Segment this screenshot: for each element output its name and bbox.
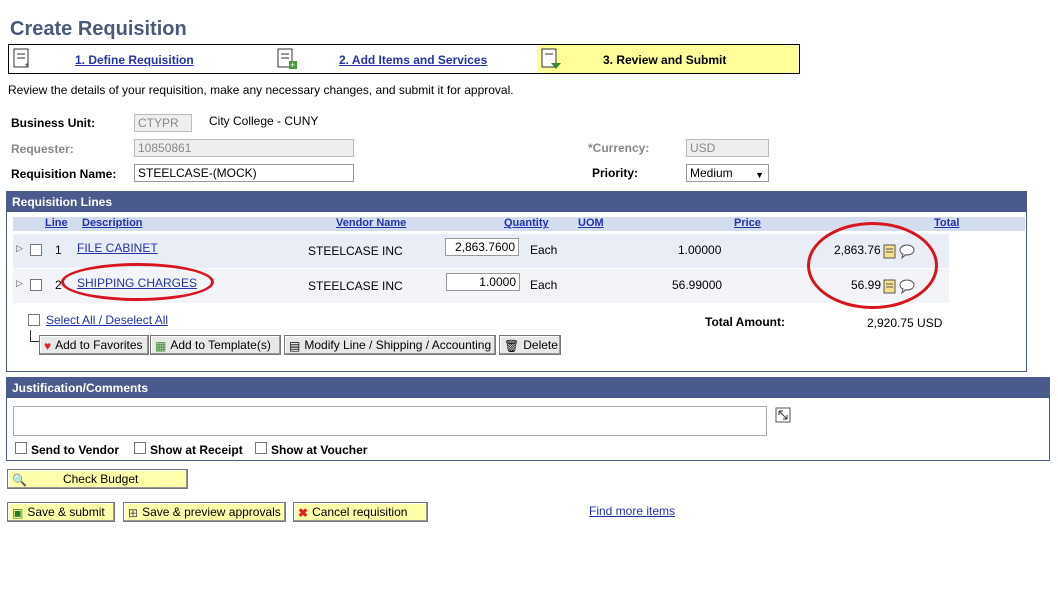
justification-textarea[interactable] xyxy=(13,406,767,436)
priority-select[interactable]: Medium ▼ xyxy=(686,164,769,182)
select-all-link[interactable]: Select All / Deselect All xyxy=(46,313,168,327)
justification-title: Justification/Comments xyxy=(7,378,1049,398)
cancel-requisition-button[interactable]: ✖ Cancel requisition xyxy=(293,502,428,522)
train-step-add-items[interactable]: + 2. Add Items and Services xyxy=(273,45,535,73)
expand-triangle-icon[interactable]: ▷ xyxy=(16,278,23,289)
find-more-items-link[interactable]: Find more items xyxy=(589,504,675,518)
trash-icon: 🗑 xyxy=(504,338,520,353)
svg-text:+: + xyxy=(290,60,295,70)
delete-label: Delete xyxy=(523,338,558,352)
currency-label: *Currency: xyxy=(588,141,650,155)
expand-textarea-icon[interactable] xyxy=(775,407,791,423)
hierarchy-icon: ⊞ xyxy=(128,505,139,520)
svg-text:*: * xyxy=(25,62,29,71)
price-value: 1.00000 xyxy=(678,243,722,257)
row-select-checkbox[interactable] xyxy=(30,244,42,256)
send-to-vendor-checkbox[interactable] xyxy=(15,442,27,454)
column-header-price[interactable]: Price xyxy=(734,217,761,229)
total-amount-label: Total Amount: xyxy=(705,315,785,329)
delete-button[interactable]: 🗑 Delete xyxy=(499,335,561,355)
business-unit-field: CTYPR xyxy=(134,114,192,132)
table-row: ▷ 2 SHIPPING CHARGES STEELCASE INC 1.000… xyxy=(13,269,949,303)
uom-value: Each xyxy=(530,243,558,257)
template-icon: ▦ xyxy=(155,338,167,353)
select-all-checkbox[interactable] xyxy=(28,314,40,326)
row-select-checkbox[interactable] xyxy=(30,279,42,291)
total-value: 2,863.76 xyxy=(834,243,881,257)
page-title: Create Requisition xyxy=(10,18,187,40)
save-submit-label: Save & submit xyxy=(27,505,105,519)
line-number: 2 xyxy=(55,278,62,292)
show-at-voucher-label: Show at Voucher xyxy=(271,443,368,457)
show-at-voucher-checkbox[interactable] xyxy=(255,442,267,454)
line-number: 1 xyxy=(55,243,62,257)
heart-icon: ♥ xyxy=(44,338,52,353)
train-link-add-items[interactable]: 2. Add Items and Services xyxy=(339,53,487,67)
column-header-total[interactable]: Total xyxy=(934,217,959,229)
total-value: 56.99 xyxy=(851,278,882,292)
column-header-line[interactable]: Line xyxy=(45,217,68,229)
priority-selected-value: Medium xyxy=(690,166,733,180)
train-step-define[interactable]: * 1. Define Requisition xyxy=(9,45,269,73)
vendor-name: STEELCASE INC xyxy=(308,244,403,258)
send-to-vendor-label: Send to Vendor xyxy=(31,443,120,457)
edit-document-icon: ▤ xyxy=(289,338,301,353)
quantity-input[interactable]: 1.0000 xyxy=(446,273,520,291)
add-to-favorites-label: Add to Favorites xyxy=(55,338,143,352)
train-stops: * 1. Define Requisition + 2. Add Items a… xyxy=(8,44,800,74)
document-icon: * xyxy=(13,48,29,71)
vendor-name: STEELCASE INC xyxy=(308,279,403,293)
train-link-define[interactable]: 1. Define Requisition xyxy=(75,53,194,67)
table-row: ▷ 1 FILE CABINET STEELCASE INC 2,863.760… xyxy=(13,234,949,268)
close-icon: ✖ xyxy=(298,505,309,520)
uom-value: Each xyxy=(530,278,558,292)
justification-section: Justification/Comments Send to Vendor Sh… xyxy=(6,377,1050,461)
currency-field: USD xyxy=(686,139,769,157)
requisition-name-input[interactable]: STEELCASE-(MOCK) xyxy=(134,164,354,182)
check-budget-button[interactable]: 🔍 Check Budget xyxy=(7,469,188,489)
requisition-name-label: Requisition Name: xyxy=(11,167,117,181)
show-at-receipt-checkbox[interactable] xyxy=(134,442,146,454)
total-amount-value: 2,920.75 USD xyxy=(867,316,943,330)
save-preview-approvals-button[interactable]: ⊞ Save & preview approvals xyxy=(123,502,286,522)
show-at-receipt-label: Show at Receipt xyxy=(150,443,243,457)
priority-label: Priority: xyxy=(592,166,639,180)
expand-triangle-icon[interactable]: ▷ xyxy=(16,243,23,254)
column-header-vendor[interactable]: Vendor Name xyxy=(336,217,406,229)
chevron-down-icon: ▼ xyxy=(755,170,764,180)
grid-title: Requisition Lines xyxy=(7,192,1026,212)
business-unit-label: Business Unit: xyxy=(11,116,96,130)
save-submit-button[interactable]: ▣ Save & submit xyxy=(7,502,115,522)
description-link[interactable]: FILE CABINET xyxy=(77,241,158,255)
document-check-icon xyxy=(541,48,561,69)
train-label-review: 3. Review and Submit xyxy=(603,53,727,67)
requisition-lines-grid: Requisition Lines Line Description Vendo… xyxy=(6,191,1027,372)
column-header-bar: Line Description Vendor Name Quantity UO… xyxy=(13,217,1025,231)
line-details-icon[interactable] xyxy=(883,277,915,295)
modify-line-label: Modify Line / Shipping / Accounting xyxy=(304,338,492,352)
column-header-uom[interactable]: UOM xyxy=(578,217,604,229)
line-details-icon[interactable] xyxy=(883,242,915,260)
cancel-requisition-label: Cancel requisition xyxy=(312,505,408,519)
instructions-text: Review the details of your requisition, … xyxy=(8,83,514,97)
quantity-input[interactable]: 2,863.7600 xyxy=(445,238,519,256)
check-budget-label: Check Budget xyxy=(62,472,139,486)
add-to-favorites-button[interactable]: ♥ Add to Favorites xyxy=(39,335,149,355)
description-link[interactable]: SHIPPING CHARGES xyxy=(77,276,197,290)
requester-label: Requester: xyxy=(11,142,74,156)
price-value: 56.99000 xyxy=(672,278,723,292)
column-header-description[interactable]: Description xyxy=(82,217,143,229)
save-preview-label: Save & preview approvals xyxy=(142,505,281,519)
business-unit-description: City College - CUNY xyxy=(209,114,319,128)
document-add-icon: + xyxy=(277,48,297,70)
column-header-quantity[interactable]: Quantity xyxy=(504,217,549,229)
modify-line-button[interactable]: ▤ Modify Line / Shipping / Accounting xyxy=(284,335,496,355)
train-step-review: 3. Review and Submit xyxy=(537,45,799,73)
add-to-template-label: Add to Template(s) xyxy=(170,338,271,352)
requester-field: 10850861 xyxy=(134,139,354,157)
add-to-template-button[interactable]: ▦ Add to Template(s) xyxy=(150,335,281,355)
magnifier-icon: 🔍 xyxy=(12,472,27,487)
save-icon: ▣ xyxy=(12,505,24,520)
